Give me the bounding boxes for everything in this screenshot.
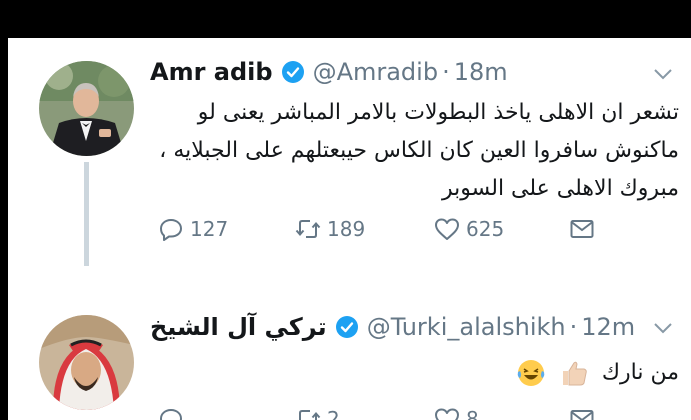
avatar[interactable] [39, 61, 134, 156]
envelope-icon [570, 410, 594, 420]
tweet-header: Amr adib @Amradib · 18m [150, 56, 508, 88]
author-name[interactable]: Amr adib [150, 58, 273, 86]
reply-icon [160, 219, 182, 241]
author-handle[interactable]: @Amradib [313, 58, 439, 86]
chevron-down-icon[interactable] [651, 62, 675, 86]
heart-icon [435, 408, 459, 420]
retweet-button[interactable]: 2 [295, 406, 340, 420]
reply-icon [160, 409, 182, 420]
reply-count: 127 [190, 217, 229, 241]
timestamp[interactable]: 18m [454, 58, 508, 86]
tweet[interactable]: تركي آل الشيخ @Turki_alalshikh · 12m من … [8, 266, 691, 420]
author-handle[interactable]: @Turki_alalshikh [367, 313, 566, 341]
retweet-count: 2 [327, 407, 340, 420]
chevron-down-icon[interactable] [651, 316, 675, 340]
separator: · [569, 313, 578, 341]
retweet-icon [295, 220, 321, 238]
separator: · [442, 58, 450, 86]
heart-icon [435, 218, 459, 240]
envelope-icon [570, 220, 594, 238]
reply-button[interactable]: 127 [158, 216, 228, 242]
retweet-count: 189 [327, 217, 366, 241]
laughing-tears-icon [517, 360, 545, 386]
tweet-text-body: من نارك [601, 360, 679, 385]
like-button[interactable]: 8 [434, 406, 479, 420]
tweet-text: تشعر ان الاهلى ياخذ البطولات بالامر المب… [159, 100, 679, 201]
like-count: 8 [466, 407, 479, 420]
timestamp[interactable]: 12m [581, 313, 635, 341]
tweet-text: من نارك [139, 354, 679, 392]
verified-badge-icon [281, 61, 304, 83]
verified-badge-icon [335, 316, 358, 338]
tweet[interactable]: Amr adib @Amradib · 18m تشعر ان الاهلى ي… [8, 38, 691, 266]
tweet-header: تركي آل الشيخ @Turki_alalshikh · 12m [150, 311, 635, 343]
tweet-thread: Amr adib @Amradib · 18m تشعر ان الاهلى ي… [8, 38, 691, 420]
tweet-actions: 127 189 625 [158, 214, 668, 244]
direct-message-button[interactable] [569, 406, 601, 420]
author-name[interactable]: تركي آل الشيخ [150, 313, 327, 341]
like-button[interactable]: 625 [434, 216, 504, 242]
retweet-icon [297, 410, 321, 420]
thread-line [84, 162, 89, 266]
thumbs-up-icon [562, 361, 587, 386]
direct-message-button[interactable] [569, 216, 601, 242]
retweet-button[interactable]: 189 [295, 216, 365, 242]
avatar[interactable] [39, 315, 134, 410]
reply-button[interactable] [158, 406, 190, 420]
tweet-actions: 2 8 [158, 404, 668, 420]
like-count: 625 [466, 217, 505, 241]
